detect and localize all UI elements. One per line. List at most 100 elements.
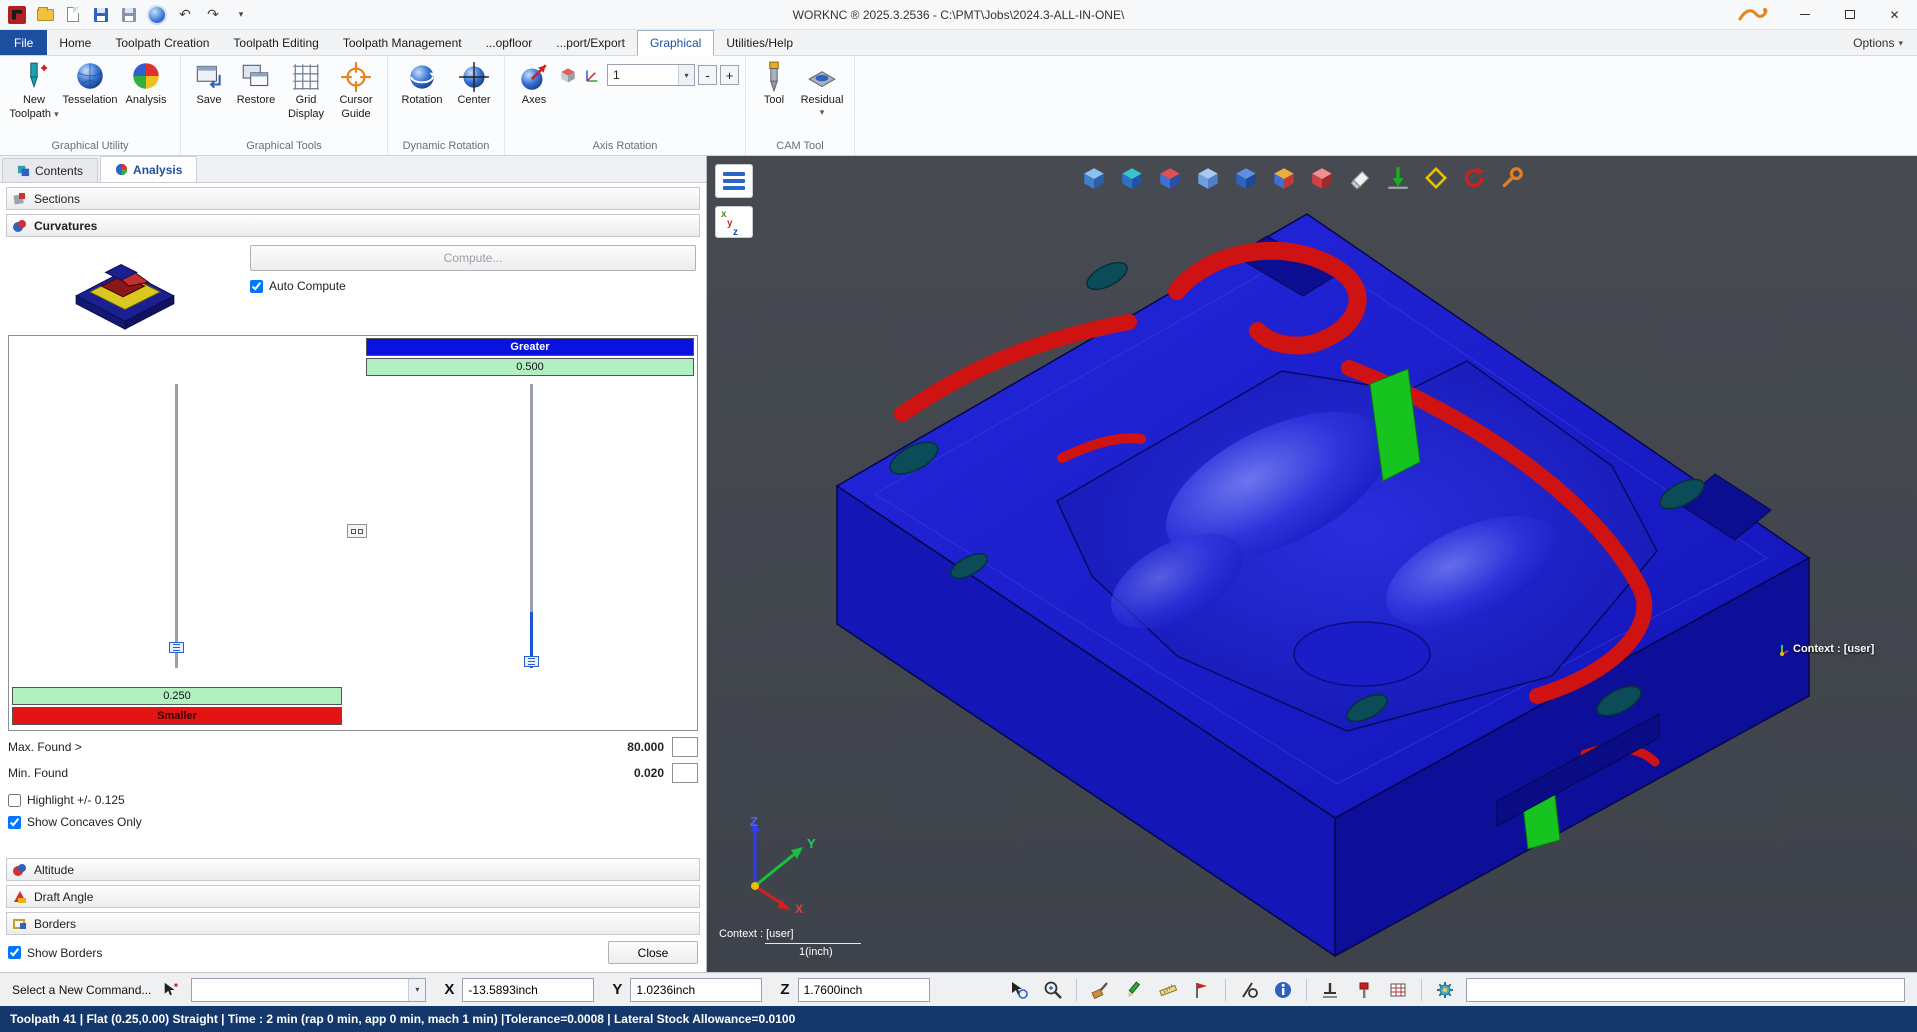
tab-file[interactable]: File [0,30,48,55]
select-zoom-icon[interactable] [1006,977,1032,1003]
maximize-icon[interactable] [1827,0,1872,29]
qat-overflow-icon[interactable]: ▾ [230,4,252,26]
tab-contents[interactable]: Contents [2,158,99,182]
save-view-icon [192,61,226,93]
restore-view-button[interactable]: Restore [231,58,281,107]
highlight-checkbox[interactable] [8,793,21,807]
tab-shopfloor[interactable]: ...opfloor [474,30,545,55]
show-borders-checkbox[interactable] [8,946,21,959]
tool-button[interactable]: Tool [752,58,796,107]
show-concaves-checkbox-row: Show Concaves Only [8,815,706,829]
analysis-tab-icon [115,163,128,176]
eraser-icon[interactable] [1345,163,1375,193]
lower-slider-track[interactable] [175,384,178,668]
hide-entity-icon[interactable] [1236,977,1262,1003]
analysis-button[interactable]: Analysis [118,58,174,107]
grid-display-button[interactable]: Grid Display [281,58,331,121]
new-file-icon[interactable] [62,4,84,26]
app-icon[interactable] [6,4,28,26]
tab-import-export[interactable]: ...port/Export [544,30,637,55]
tab-analysis[interactable]: Analysis [100,156,198,182]
multi-color-view-icon[interactable] [1269,163,1299,193]
tab-graphical[interactable]: Graphical [636,30,715,56]
tab-home[interactable]: Home [47,30,103,55]
probe-tool-icon[interactable] [1497,163,1527,193]
entity-info-icon[interactable] [1270,977,1296,1003]
mesh-view-icon[interactable] [1117,163,1147,193]
tab-toolpath-creation[interactable]: Toolpath Creation [103,30,221,55]
zoom-window-icon[interactable] [1040,977,1066,1003]
tool-setup-icon[interactable] [1351,977,1377,1003]
scale-lower-value: 0.250 [12,687,342,705]
graphics-mode-icon[interactable] [146,4,168,26]
macro-settings-icon[interactable] [1432,977,1458,1003]
cursor-guide-button[interactable]: Cursor Guide [331,58,381,121]
stock-view-icon[interactable] [1307,163,1337,193]
minimize-icon[interactable] [1782,0,1827,29]
paint-view-icon[interactable] [1087,977,1113,1003]
sections-header[interactable]: Sections [6,187,700,210]
new-toolpath-button[interactable]: New Toolpath ▾ [6,58,62,121]
show-concaves-checkbox[interactable] [8,815,21,829]
coord-x-input[interactable] [462,977,595,1002]
compute-button[interactable]: Compute... [250,245,696,271]
max-found-input[interactable] [672,737,698,757]
curvatures-header[interactable]: Curvatures [6,214,700,237]
solid-view-icon[interactable] [1231,163,1261,193]
tab-utilities-help[interactable]: Utilities/Help [714,30,805,55]
close-button[interactable]: Close [608,941,698,964]
coord-z-input[interactable] [797,977,930,1002]
lower-slider-thumb[interactable] [169,642,184,653]
center-button[interactable]: Center [450,58,498,107]
rotation-button[interactable]: Rotation [394,58,450,107]
open-folder-icon[interactable] [34,4,56,26]
auto-compute-checkbox[interactable] [250,279,263,293]
residual-button[interactable]: Residual ▾ [796,58,848,117]
command-input[interactable] [1465,977,1905,1002]
stock-limits-icon[interactable] [1421,163,1451,193]
tesselation-button[interactable]: Tesselation [62,58,118,107]
draft-angle-header[interactable]: Draft Angle [6,885,700,908]
link-sliders-button[interactable] [347,524,367,538]
workplane-icon[interactable] [1317,977,1343,1003]
window-title: WORKNC ® 2025.3.2536 - C:\PMT\Jobs\2024.… [792,7,1125,22]
edit-geometry-icon[interactable] [1121,977,1147,1003]
dynamic-sections-icon[interactable] [1155,163,1185,193]
measure-icon[interactable] [1155,977,1181,1003]
refresh-view-icon[interactable] [1459,163,1489,193]
options-menu[interactable]: Options ▾ [1853,30,1917,55]
axis-step-plus-button[interactable]: + [720,65,739,85]
undo-icon[interactable]: ↶ [174,4,196,26]
save-view-button[interactable]: Save [187,58,231,107]
rotate-axis-2-icon[interactable] [582,64,604,86]
chevron-down-icon: ▾ [1898,37,1903,48]
rotate-axis-1-icon[interactable] [557,64,579,86]
tab-toolpath-editing[interactable]: Toolpath Editing [221,30,330,55]
axis-step-minus-button[interactable]: - [698,65,717,85]
cad-model[interactable] [707,156,1917,972]
tab-toolpath-management[interactable]: Toolpath Management [331,30,474,55]
altitude-header[interactable]: Altitude [6,858,700,881]
coord-y-input[interactable] [630,977,763,1002]
command-helper-icon[interactable] [159,978,183,1002]
upper-slider-thumb[interactable] [524,656,539,667]
surface-normals-icon[interactable] [1383,163,1413,193]
viewport-3d[interactable]: x y z Context : [user] Z Y X Context : [… [707,156,1917,972]
axes-button[interactable]: Axes [511,58,557,107]
borders-header[interactable]: Borders [6,912,700,935]
command-combobox[interactable]: ▾ [191,977,427,1002]
shaded-view-icon[interactable] [1079,163,1109,193]
viewport-menu-button[interactable] [715,164,753,198]
min-found-input[interactable] [672,763,698,783]
coord-x-label: X [444,981,455,998]
save-icon[interactable] [90,4,112,26]
table-icon[interactable] [1385,977,1411,1003]
transparent-view-icon[interactable] [1193,163,1223,193]
upper-slider-track[interactable] [530,384,533,668]
xyz-view-button[interactable]: x y z [715,206,753,238]
axis-step-combobox[interactable]: 1 ▾ [607,64,695,86]
save-all-icon[interactable] [118,4,140,26]
close-icon[interactable]: ✕ [1872,0,1917,29]
tag-icon[interactable] [1189,977,1215,1003]
redo-icon[interactable]: ↷ [202,4,224,26]
